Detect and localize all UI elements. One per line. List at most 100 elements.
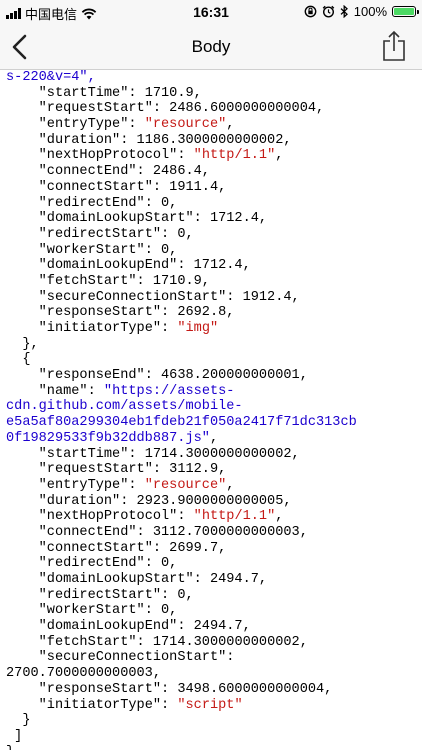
- json-text: ,: [226, 117, 235, 133]
- json-text: [6, 258, 39, 273]
- body-line: "workerStart": 0,: [6, 243, 418, 259]
- json-text: : 1710.9,: [136, 273, 210, 289]
- json-key: "workerStart": [38, 242, 145, 258]
- body-line: "initiatorType": "script": [6, 698, 418, 714]
- body-line: }: [6, 713, 418, 729]
- json-string: "img": [177, 321, 219, 336]
- json-string: "http/1.1": [193, 148, 276, 164]
- navigation-bar: Body: [0, 24, 422, 70]
- json-string: "http/1.1": [193, 509, 276, 525]
- json-text: [6, 494, 39, 509]
- json-text: : 1714.3000000000002,: [128, 446, 300, 462]
- json-key: "redirectEnd": [38, 195, 145, 211]
- json-key: "connectEnd": [38, 524, 137, 540]
- body-line: "responseEnd": 4638.200000000001,: [6, 368, 418, 384]
- json-text: [6, 196, 39, 211]
- json-url: cdn.github.com/assets/mobile-: [6, 399, 243, 415]
- json-text: [6, 117, 39, 132]
- json-text: [6, 180, 39, 195]
- body-line: "connectEnd": 3112.7000000000003,: [6, 525, 418, 541]
- json-text: : 1186.3000000000002,: [120, 132, 292, 148]
- json-text: ,: [226, 477, 235, 493]
- json-text: ,: [275, 509, 284, 525]
- json-key: "fetchStart": [38, 634, 137, 650]
- json-text: :: [87, 383, 104, 399]
- json-url: "https://assets-: [103, 383, 235, 399]
- json-text: ]: [6, 728, 23, 744]
- json-text: : 1912.4,: [226, 289, 300, 305]
- json-text: {: [6, 352, 31, 368]
- body-line: "responseStart": 2692.8,: [6, 305, 418, 321]
- body-line: "secureConnectionStart": 1912.4,: [6, 290, 418, 306]
- status-right: 100%: [304, 4, 419, 19]
- json-text: :: [226, 650, 235, 666]
- json-text: [6, 447, 39, 462]
- json-key: "domainLookupEnd": [38, 258, 178, 274]
- json-text: : 2494.7,: [177, 619, 251, 635]
- json-string: "resource": [144, 117, 227, 133]
- json-key: "requestStart": [38, 101, 153, 117]
- alarm-icon: [322, 5, 335, 18]
- body-line: },: [6, 337, 418, 353]
- json-text: [6, 368, 39, 383]
- json-text: ,: [209, 430, 219, 446]
- body-line: "domainLookupStart": 1712.4,: [6, 211, 418, 227]
- json-key: "startTime": [38, 446, 129, 462]
- json-text: [6, 588, 39, 603]
- json-text: [6, 321, 39, 336]
- status-bar: 中国电信 16:31 100%: [0, 0, 422, 24]
- body-line: "name": "https://assets-: [6, 384, 418, 400]
- json-text: [6, 86, 39, 101]
- body-line: "redirectEnd": 0,: [6, 556, 418, 572]
- json-text: : 0,: [161, 226, 194, 242]
- json-text: ,: [275, 148, 284, 164]
- body-line: "redirectStart": 0,: [6, 588, 418, 604]
- json-key: "requestStart": [38, 462, 153, 478]
- json-text: :: [161, 697, 178, 713]
- json-key: "domainLookupStart": [38, 572, 194, 587]
- json-key: "redirectStart": [38, 587, 162, 603]
- body-line: "entryType": "resource",: [6, 117, 418, 133]
- json-text: [6, 619, 39, 634]
- json-text: [6, 227, 39, 242]
- body-line: 0f19829533f9b32ddb887.js",: [6, 431, 418, 447]
- body-line: "duration": 2923.9000000000005,: [6, 494, 418, 510]
- json-text: : 2486.4,: [136, 164, 210, 180]
- body-line: "entryType": "resource",: [6, 478, 418, 494]
- json-text: [6, 603, 39, 618]
- body-line: 2700.7000000000003,: [6, 666, 418, 682]
- json-key: "redirectEnd": [38, 556, 145, 572]
- json-text: [6, 462, 39, 477]
- json-text: : 3112.9,: [152, 462, 227, 478]
- json-text: : 0,: [144, 603, 178, 619]
- json-key: "fetchStart": [38, 273, 137, 289]
- json-text: [6, 478, 39, 493]
- json-text: },: [6, 336, 39, 352]
- json-text: : 1710.9,: [128, 85, 202, 101]
- json-key: "connectEnd": [38, 164, 137, 180]
- json-text: : 2494.7,: [193, 572, 268, 587]
- json-text: : 4638.200000000001,: [144, 368, 308, 384]
- share-icon[interactable]: [380, 30, 408, 62]
- json-text: 2700.7000000000003,: [6, 666, 161, 682]
- json-string: "resource": [144, 477, 227, 493]
- json-key: "secureConnectionStart": [38, 289, 227, 305]
- json-text: [6, 274, 39, 289]
- json-key: "initiatorType": [38, 697, 162, 713]
- body-line: "initiatorType": "img": [6, 321, 418, 337]
- json-text: [6, 556, 39, 571]
- json-text: [6, 290, 39, 305]
- json-text: }: [6, 713, 31, 729]
- body-line: "domainLookupStart": 2494.7,: [6, 572, 418, 588]
- response-body-text[interactable]: s-220&v=4", "startTime": 1710.9, "reques…: [6, 70, 418, 750]
- json-key: "domainLookupStart": [38, 211, 194, 227]
- json-text: : 2692.8,: [161, 305, 235, 321]
- json-text: [6, 509, 39, 524]
- body-line: "duration": 1186.3000000000002,: [6, 133, 418, 149]
- json-url: 0f19829533f9b32ddb887.js": [6, 430, 210, 446]
- json-text: [6, 572, 39, 587]
- json-text: :: [128, 477, 145, 493]
- json-key: "responseEnd": [38, 368, 145, 384]
- json-text: : 2699.7,: [152, 540, 227, 556]
- json-string: "script": [177, 697, 243, 713]
